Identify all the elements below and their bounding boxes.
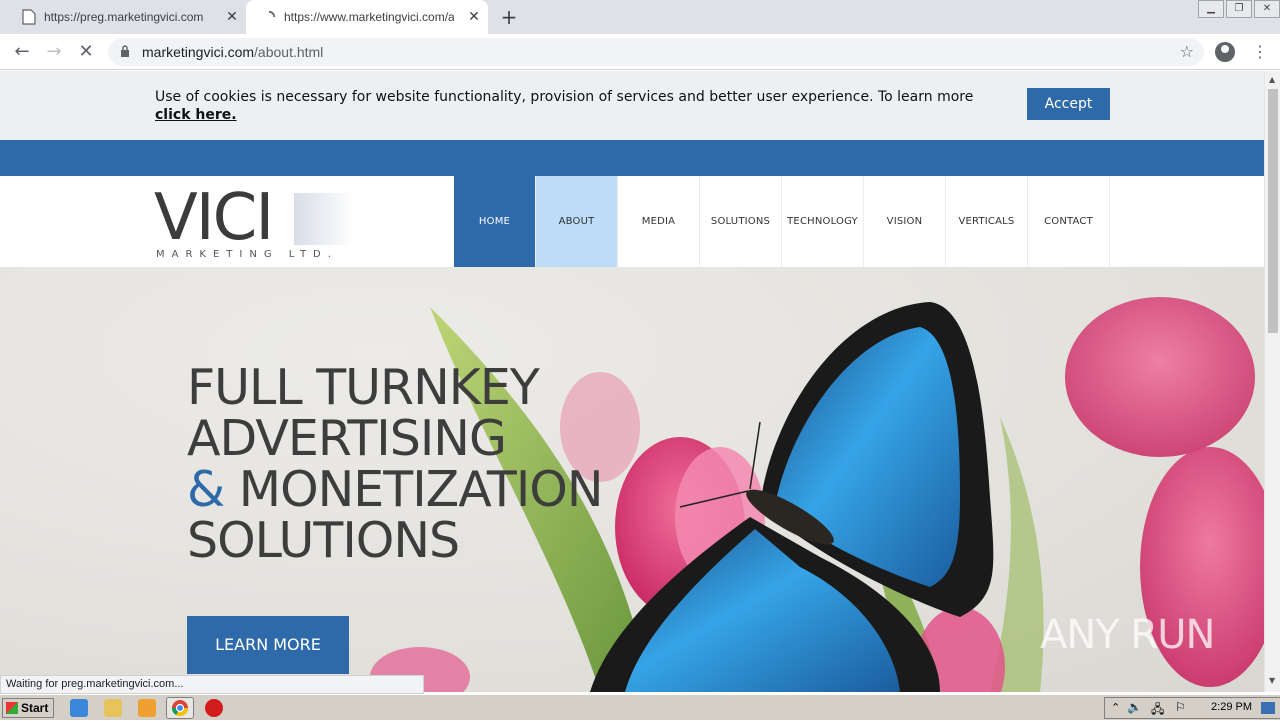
browser-toolbar: ← → ✕ marketingvici.com/about.html ☆ ⋮ [0, 34, 1280, 70]
nav-verticals[interactable]: VERTICALS [946, 176, 1028, 267]
volume-icon[interactable]: 🔈 [1127, 700, 1142, 714]
hero-banner: FULL TURNKEY ADVERTISING & MONETIZATION … [0, 267, 1264, 692]
chrome-taskbar-button[interactable] [166, 697, 194, 719]
tab-title: https://preg.marketingvici.com [44, 10, 204, 24]
cookie-learn-more-link[interactable]: click here. [155, 106, 985, 124]
cookie-text: Use of cookies is necessary for website … [155, 88, 985, 124]
restore-button[interactable]: ❐ [1226, 0, 1252, 18]
nav-media[interactable]: MEDIA [618, 176, 700, 267]
media-player-icon[interactable] [138, 699, 156, 717]
headline-line-3-text: MONETIZATION [238, 461, 604, 518]
url-text[interactable]: marketingvici.com/about.html [142, 44, 323, 60]
page-icon [22, 9, 36, 25]
stop-loading-icon[interactable]: ✕ [76, 42, 96, 62]
back-arrow-icon[interactable]: ← [12, 42, 32, 62]
nav-technology[interactable]: TECHNOLOGY [782, 176, 864, 267]
clock: 2:29 PM [1211, 701, 1252, 713]
bookmark-star-icon[interactable]: ☆ [1180, 42, 1194, 61]
tab-about-page[interactable]: https://www.marketingvici.com/about.html… [246, 0, 488, 34]
url-path: /about.html [254, 44, 324, 60]
minimize-button[interactable]: ▁ [1198, 0, 1224, 18]
top-blue-bar [0, 140, 1264, 176]
headline-line-4: SOLUTIONS [187, 512, 460, 569]
learn-more-button[interactable]: LEARN MORE [187, 616, 349, 674]
window-controls: ▁ ❐ ✕ [1196, 0, 1280, 18]
chrome-icon [171, 700, 189, 717]
tab-preg-marketingvici[interactable]: https://preg.marketingvici.com ✕ [0, 0, 246, 34]
forward-arrow-icon[interactable]: → [44, 42, 64, 62]
nav-contact[interactable]: CONTACT [1028, 176, 1110, 267]
tab-strip: https://preg.marketingvici.com ✕ https:/… [0, 0, 1280, 34]
profile-avatar-icon[interactable] [1215, 42, 1235, 62]
logo-gradient [294, 193, 354, 245]
page-viewport: Use of cookies is necessary for website … [0, 71, 1264, 692]
nav-home[interactable]: HOME [454, 176, 536, 267]
scroll-down-arrow-icon[interactable]: ▼ [1269, 676, 1275, 685]
main-nav: HOME ABOUT MEDIA SOLUTIONS TECHNOLOGY VI… [454, 176, 1110, 267]
vici-logo[interactable]: VICI MARKETING LTD. [154, 181, 364, 265]
headline-line-1: FULL TURNKEY [187, 359, 540, 416]
status-bubble: Waiting for preg.marketingvici.com... [0, 675, 424, 694]
hero-headline: FULL TURNKEY ADVERTISING & MONETIZATION … [187, 359, 604, 569]
show-desktop-icon[interactable] [1261, 702, 1275, 714]
anyrun-watermark: ANY RUN [1040, 612, 1215, 658]
close-tab-icon[interactable]: ✕ [224, 9, 240, 25]
logo-text: VICI [154, 181, 274, 255]
accept-cookies-button[interactable]: Accept [1027, 88, 1110, 120]
nav-vision[interactable]: VISION [864, 176, 946, 267]
flag-icon[interactable]: ⚐ [1175, 700, 1186, 714]
windows-taskbar: Start ⌃ 🔈 🖧 ⚐ 2:29 PM [0, 694, 1280, 720]
close-window-button[interactable]: ✕ [1254, 0, 1280, 18]
page-scrollbar[interactable]: ▲ ▼ [1264, 71, 1280, 692]
url-domain: marketingvici.com [142, 44, 255, 60]
headline-ampersand: & [187, 461, 225, 518]
new-tab-button[interactable]: + [498, 6, 520, 28]
cookie-banner: Use of cookies is necessary for website … [0, 71, 1264, 140]
tray-expand-icon[interactable]: ⌃ [1111, 701, 1120, 714]
network-icon[interactable]: 🖧 [1151, 700, 1164, 721]
headline-line-3: & MONETIZATION [187, 461, 604, 518]
site-header: VICI MARKETING LTD. HOME ABOUT MEDIA SOL… [0, 176, 1264, 267]
nav-about[interactable]: ABOUT [536, 176, 618, 267]
opera-icon[interactable] [205, 699, 223, 717]
logo-subtext: MARKETING LTD. [156, 249, 338, 260]
browser-menu-icon[interactable]: ⋮ [1252, 42, 1268, 62]
close-tab-icon[interactable]: ✕ [466, 9, 482, 25]
folder-icon[interactable] [104, 699, 122, 717]
tab-title: https://www.marketingvici.com/about.html [284, 10, 454, 24]
start-button[interactable]: Start [2, 698, 54, 718]
scroll-up-arrow-icon[interactable]: ▲ [1269, 75, 1275, 84]
lock-icon [121, 45, 129, 57]
scrollbar-thumb[interactable] [1268, 89, 1278, 333]
address-bar[interactable]: marketingvici.com/about.html ☆ [108, 38, 1204, 66]
nav-solutions[interactable]: SOLUTIONS [700, 176, 782, 267]
cookie-message: Use of cookies is necessary for website … [155, 89, 974, 105]
system-tray: ⌃ 🔈 🖧 ⚐ [1104, 697, 1280, 719]
ie-icon[interactable] [70, 699, 88, 717]
headline-line-2: ADVERTISING [187, 410, 507, 467]
loading-spinner-icon [268, 10, 276, 18]
